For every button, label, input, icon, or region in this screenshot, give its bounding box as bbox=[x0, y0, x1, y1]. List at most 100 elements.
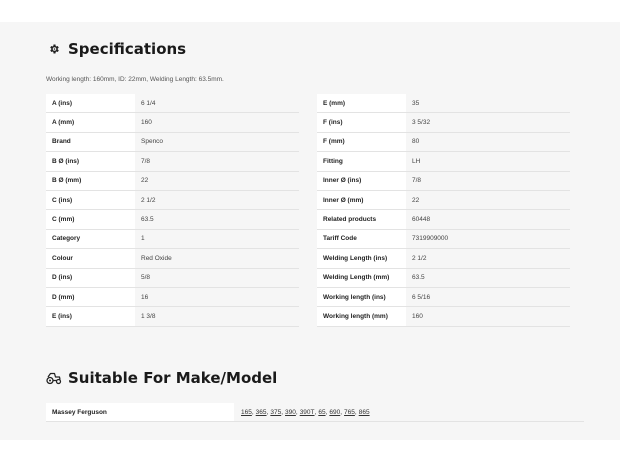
spec-label: A (mm) bbox=[46, 113, 135, 132]
spec-row: D (ins) 5/8 bbox=[46, 268, 299, 288]
spec-row: B Ø (ins) 7/8 bbox=[46, 152, 299, 172]
model-separator: , bbox=[354, 408, 357, 416]
spec-value: 35 bbox=[412, 99, 420, 107]
spec-label: Working length (ins) bbox=[317, 287, 406, 307]
spec-value: 5/8 bbox=[141, 274, 151, 282]
spec-row: A (mm) 160 bbox=[46, 113, 299, 133]
spec-row: C (ins) 2 1/2 bbox=[46, 190, 299, 211]
model-link[interactable]: 865 bbox=[359, 409, 370, 416]
spec-value: 63.5 bbox=[412, 274, 425, 282]
model-link[interactable]: 690 bbox=[329, 409, 340, 416]
model-separator: , bbox=[251, 408, 254, 416]
spec-value: 6 1/4 bbox=[141, 99, 156, 107]
spec-value: 7/8 bbox=[412, 177, 422, 185]
spec-table-right: E (mm) 35 F (ins) 3 5/32 F (mm) 80 Fitting LH In… bbox=[317, 94, 570, 327]
spec-label: Colour bbox=[46, 249, 135, 268]
spec-row: F (ins) 3 5/32 bbox=[317, 113, 570, 133]
spec-row: Inner Ø (ins) 7/8 bbox=[317, 171, 570, 191]
spec-label: Brand bbox=[46, 132, 135, 152]
spec-label: A (ins) bbox=[46, 94, 135, 113]
spec-row: Related products 60448 bbox=[317, 210, 570, 230]
spec-label: F (ins) bbox=[317, 113, 406, 132]
spec-label: D (mm) bbox=[46, 287, 135, 307]
spec-row: C (mm) 63.5 bbox=[46, 210, 299, 230]
spec-row: Brand Spenco bbox=[46, 132, 299, 153]
specifications-title: Specifications bbox=[68, 40, 187, 58]
spec-label: Related products bbox=[317, 210, 406, 229]
spec-label: Working length (mm) bbox=[317, 307, 406, 326]
spec-row: E (ins) 1 3/8 bbox=[46, 307, 299, 327]
spec-label: Inner Ø (ins) bbox=[317, 171, 406, 190]
spec-value: 7319909000 bbox=[412, 235, 449, 243]
spec-value: 16 bbox=[141, 293, 149, 301]
model-list: 165, 365, 375, 390, 390T, 65, 690, 765, 865 bbox=[234, 409, 370, 416]
spec-value: 7/8 bbox=[141, 157, 151, 165]
spec-row: Category 1 bbox=[46, 229, 299, 250]
spec-row: Tariff Code 7319909000 bbox=[317, 229, 570, 250]
spec-table-left: A (ins) 6 1/4 A (mm) 160 Brand Spenco B Ø (ins… bbox=[46, 94, 299, 327]
model-separator: , bbox=[325, 408, 328, 416]
model-link[interactable]: 375 bbox=[270, 409, 281, 416]
model-link[interactable]: 365 bbox=[256, 409, 267, 416]
spec-label: Tariff Code bbox=[317, 229, 406, 249]
spec-label: Category bbox=[46, 229, 135, 249]
spec-row: A (ins) 6 1/4 bbox=[46, 94, 299, 114]
spec-value: 160 bbox=[141, 119, 152, 127]
model-link[interactable]: 65 bbox=[318, 409, 325, 416]
spec-row: Welding Length (ins) 2 1/2 bbox=[317, 249, 570, 269]
suitable-title: Suitable For Make/Model bbox=[68, 369, 278, 387]
spec-row: Working length (mm) 160 bbox=[317, 307, 570, 327]
spec-value: 160 bbox=[412, 312, 423, 320]
spec-row: Colour Red Oxide bbox=[46, 249, 299, 269]
spec-value: 22 bbox=[141, 177, 149, 185]
spec-label: C (ins) bbox=[46, 190, 135, 210]
spec-row: F (mm) 80 bbox=[317, 132, 570, 153]
spec-label: Inner Ø (mm) bbox=[317, 190, 406, 210]
specifications-note: Working length: 160mm, ID: 22mm, Welding… bbox=[46, 76, 224, 83]
model-link[interactable]: 390 bbox=[285, 409, 296, 416]
spec-label: B Ø (mm) bbox=[46, 171, 135, 190]
spec-label: Welding Length (ins) bbox=[317, 249, 406, 268]
spec-value: 2 1/2 bbox=[412, 254, 427, 262]
gear-icon bbox=[46, 41, 62, 57]
spec-label: B Ø (ins) bbox=[46, 152, 135, 171]
spec-value: LH bbox=[412, 157, 421, 165]
model-link[interactable]: 765 bbox=[344, 409, 355, 416]
model-link[interactable]: 390T bbox=[300, 409, 315, 416]
spec-label: C (mm) bbox=[46, 210, 135, 229]
spec-row: Welding Length (mm) 63.5 bbox=[317, 268, 570, 288]
spec-value: 1 bbox=[141, 235, 145, 243]
model-link[interactable]: 165 bbox=[241, 409, 252, 416]
model-separator: , bbox=[266, 408, 269, 416]
tractor-icon bbox=[46, 370, 62, 386]
spec-value: Red Oxide bbox=[141, 254, 172, 262]
spec-value: 1 3/8 bbox=[141, 312, 156, 320]
spec-label: F (mm) bbox=[317, 132, 406, 152]
make-label: Massey Ferguson bbox=[46, 403, 234, 421]
spec-value: 6 5/16 bbox=[412, 293, 431, 301]
spec-label: Fitting bbox=[317, 152, 406, 171]
spec-label: E (mm) bbox=[317, 94, 406, 113]
model-separator: , bbox=[340, 408, 343, 416]
model-separator: , bbox=[295, 408, 298, 416]
model-separator: , bbox=[281, 408, 284, 416]
spec-value: 22 bbox=[412, 196, 420, 204]
model-separator: , bbox=[314, 408, 317, 416]
spec-value: Spenco bbox=[141, 138, 164, 146]
spec-row: B Ø (mm) 22 bbox=[46, 171, 299, 191]
spec-label: D (ins) bbox=[46, 268, 135, 287]
spec-row: Fitting LH bbox=[317, 152, 570, 172]
spec-value: 2 1/2 bbox=[141, 196, 156, 204]
spec-value: 80 bbox=[412, 138, 420, 146]
spec-row: E (mm) 35 bbox=[317, 94, 570, 114]
suitable-row: Massey Ferguson 165, 365, 375, 390, 390T, 65,… bbox=[46, 403, 584, 422]
spec-label: Welding Length (mm) bbox=[317, 268, 406, 287]
specifications-heading: Specifications bbox=[46, 40, 186, 58]
spec-row: D (mm) 16 bbox=[46, 287, 299, 308]
spec-value: 63.5 bbox=[141, 216, 154, 224]
spec-row: Working length (ins) 6 5/16 bbox=[317, 287, 570, 308]
spec-value: 3 5/32 bbox=[412, 119, 431, 127]
spec-label: E (ins) bbox=[46, 307, 135, 326]
spec-value: 60448 bbox=[412, 216, 431, 224]
spec-row: Inner Ø (mm) 22 bbox=[317, 190, 570, 211]
